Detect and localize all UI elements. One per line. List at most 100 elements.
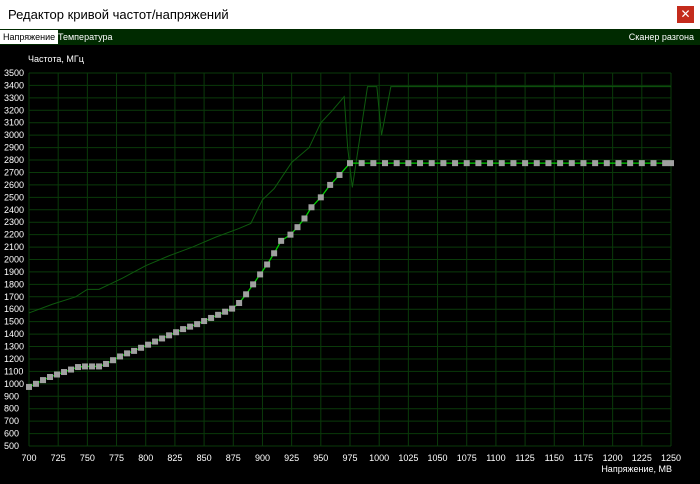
vf-curve-chart[interactable]: 700 725 750 775 800 825 850 875 900 925 950 975 1000… [0, 45, 700, 484]
x-tick-label: 1250 [661, 453, 681, 463]
curve-point-handle[interactable] [627, 160, 634, 167]
curve-point-handle[interactable] [166, 332, 173, 339]
curve-point-handle[interactable] [463, 160, 470, 167]
curve-point-handle[interactable] [393, 160, 400, 167]
y-tick-label: 1800 [4, 279, 24, 289]
curve-point-handle[interactable] [347, 160, 353, 167]
curve-point-handle[interactable] [603, 160, 610, 167]
curve-point-handle[interactable] [89, 363, 96, 370]
y-tick-label: 3200 [4, 105, 24, 115]
curve-point-handle[interactable] [545, 160, 552, 167]
curve-point-handle[interactable] [510, 160, 517, 167]
curve-point-handle[interactable] [533, 160, 540, 167]
curve-point-handle[interactable] [308, 204, 315, 211]
tab-voltage[interactable]: Напряжение [0, 30, 59, 44]
curve-point-handle[interactable] [187, 323, 194, 330]
curve-point-handle[interactable] [568, 160, 575, 167]
curve-point-handle[interactable] [82, 363, 89, 370]
y-tick-label: 1100 [4, 366, 23, 376]
curve-point-handle[interactable] [522, 160, 529, 167]
curve-point-handle[interactable] [222, 308, 229, 315]
curve-point-handle[interactable] [487, 160, 494, 167]
curve-point-handle[interactable] [440, 160, 447, 167]
curve-point-handle[interactable] [336, 171, 343, 178]
curve-point-handle[interactable] [61, 369, 68, 376]
curve-point-handle[interactable] [301, 215, 308, 222]
curve-point-handle[interactable] [278, 237, 285, 244]
curve-point-handle[interactable] [327, 181, 334, 188]
curve-point-handle[interactable] [294, 224, 301, 231]
curve-point-handle[interactable] [498, 160, 505, 167]
curve-point-handle[interactable] [124, 350, 131, 357]
x-tick-label: 1025 [398, 453, 418, 463]
curve-point-handle[interactable] [54, 371, 61, 378]
curve-point-handle[interactable] [668, 160, 674, 167]
curve-point-handle[interactable] [405, 160, 412, 167]
curve-point-handle[interactable] [250, 281, 257, 288]
curve-point-handle[interactable] [257, 271, 264, 278]
curve-point-handle[interactable] [662, 160, 669, 167]
curve-point-handle[interactable] [452, 160, 459, 167]
curve-point-handle[interactable] [580, 160, 587, 167]
x-tick-label: 825 [167, 453, 182, 463]
y-tick-label: 1000 [4, 379, 24, 389]
curve-point-handle[interactable] [243, 291, 250, 298]
curve-point-handle[interactable] [271, 250, 278, 257]
curve-point-handle[interactable] [145, 341, 152, 348]
curve-point-handle[interactable] [557, 160, 564, 167]
close-icon[interactable]: ✕ [677, 6, 694, 23]
x-tick-label: 900 [255, 453, 270, 463]
x-tick-label: 800 [138, 453, 153, 463]
curve-point-handle[interactable] [180, 326, 187, 333]
curve-point-handle[interactable] [264, 261, 271, 268]
curve-point-handle[interactable] [201, 318, 208, 325]
y-tick-label: 2100 [4, 242, 24, 252]
curve-point-handle[interactable] [236, 300, 243, 307]
curve-point-handle[interactable] [152, 338, 159, 345]
curve-point-handle[interactable] [475, 160, 482, 167]
curve-point-handle[interactable] [138, 344, 145, 351]
curve-point-handle[interactable] [638, 160, 645, 167]
curve-point-handle[interactable] [287, 231, 294, 238]
curve-point-handle[interactable] [33, 380, 40, 387]
window-title: Редактор кривой частот/напряжений [8, 7, 229, 22]
x-tick-label: 700 [21, 453, 36, 463]
curve-point-handle[interactable] [40, 377, 47, 384]
curve-point-handle[interactable] [194, 321, 201, 328]
y-tick-label: 900 [4, 391, 19, 401]
y-axis-label: Частота, МГц [28, 54, 84, 64]
y-tick-label: 1500 [4, 317, 24, 327]
curve-point-handle[interactable] [215, 311, 222, 318]
curve-point-handle[interactable] [96, 363, 103, 370]
curve-point-handle[interactable] [47, 373, 54, 380]
curve-point-handle[interactable] [173, 329, 180, 336]
curve-point-handle[interactable] [382, 160, 389, 167]
curve-point-handle[interactable] [75, 364, 82, 371]
curve-point-handle[interactable] [317, 194, 324, 201]
curve-point-handle[interactable] [370, 160, 377, 167]
tab-temperature[interactable]: Температура [55, 30, 116, 44]
scanner-button[interactable]: Сканер разгона [626, 30, 697, 44]
curve-point-handle[interactable] [615, 160, 622, 167]
curve-point-handle[interactable] [592, 160, 599, 167]
curve-point-handle[interactable] [229, 305, 236, 312]
y-tick-label: 500 [4, 441, 19, 451]
y-tick-label: 1400 [4, 329, 24, 339]
curve-point-handle[interactable] [417, 160, 424, 167]
curve-point-handle[interactable] [428, 160, 435, 167]
curve-point-handle[interactable] [68, 366, 75, 373]
curve-point-handle[interactable] [26, 383, 32, 390]
curve-point-handle[interactable] [117, 353, 124, 360]
curve-point-handle[interactable] [131, 347, 138, 354]
x-tick-label: 1150 [545, 453, 564, 463]
y-tick-label: 2600 [4, 180, 24, 190]
curve-point-handle[interactable] [110, 357, 117, 364]
y-tick-label: 800 [4, 404, 19, 414]
x-tick-label: 875 [226, 453, 241, 463]
curve-point-handle[interactable] [650, 160, 657, 167]
curve-point-handle[interactable] [103, 360, 110, 367]
y-tick-label: 3100 [4, 118, 24, 128]
curve-point-handle[interactable] [208, 314, 215, 321]
curve-point-handle[interactable] [358, 160, 365, 167]
curve-point-handle[interactable] [159, 335, 166, 342]
